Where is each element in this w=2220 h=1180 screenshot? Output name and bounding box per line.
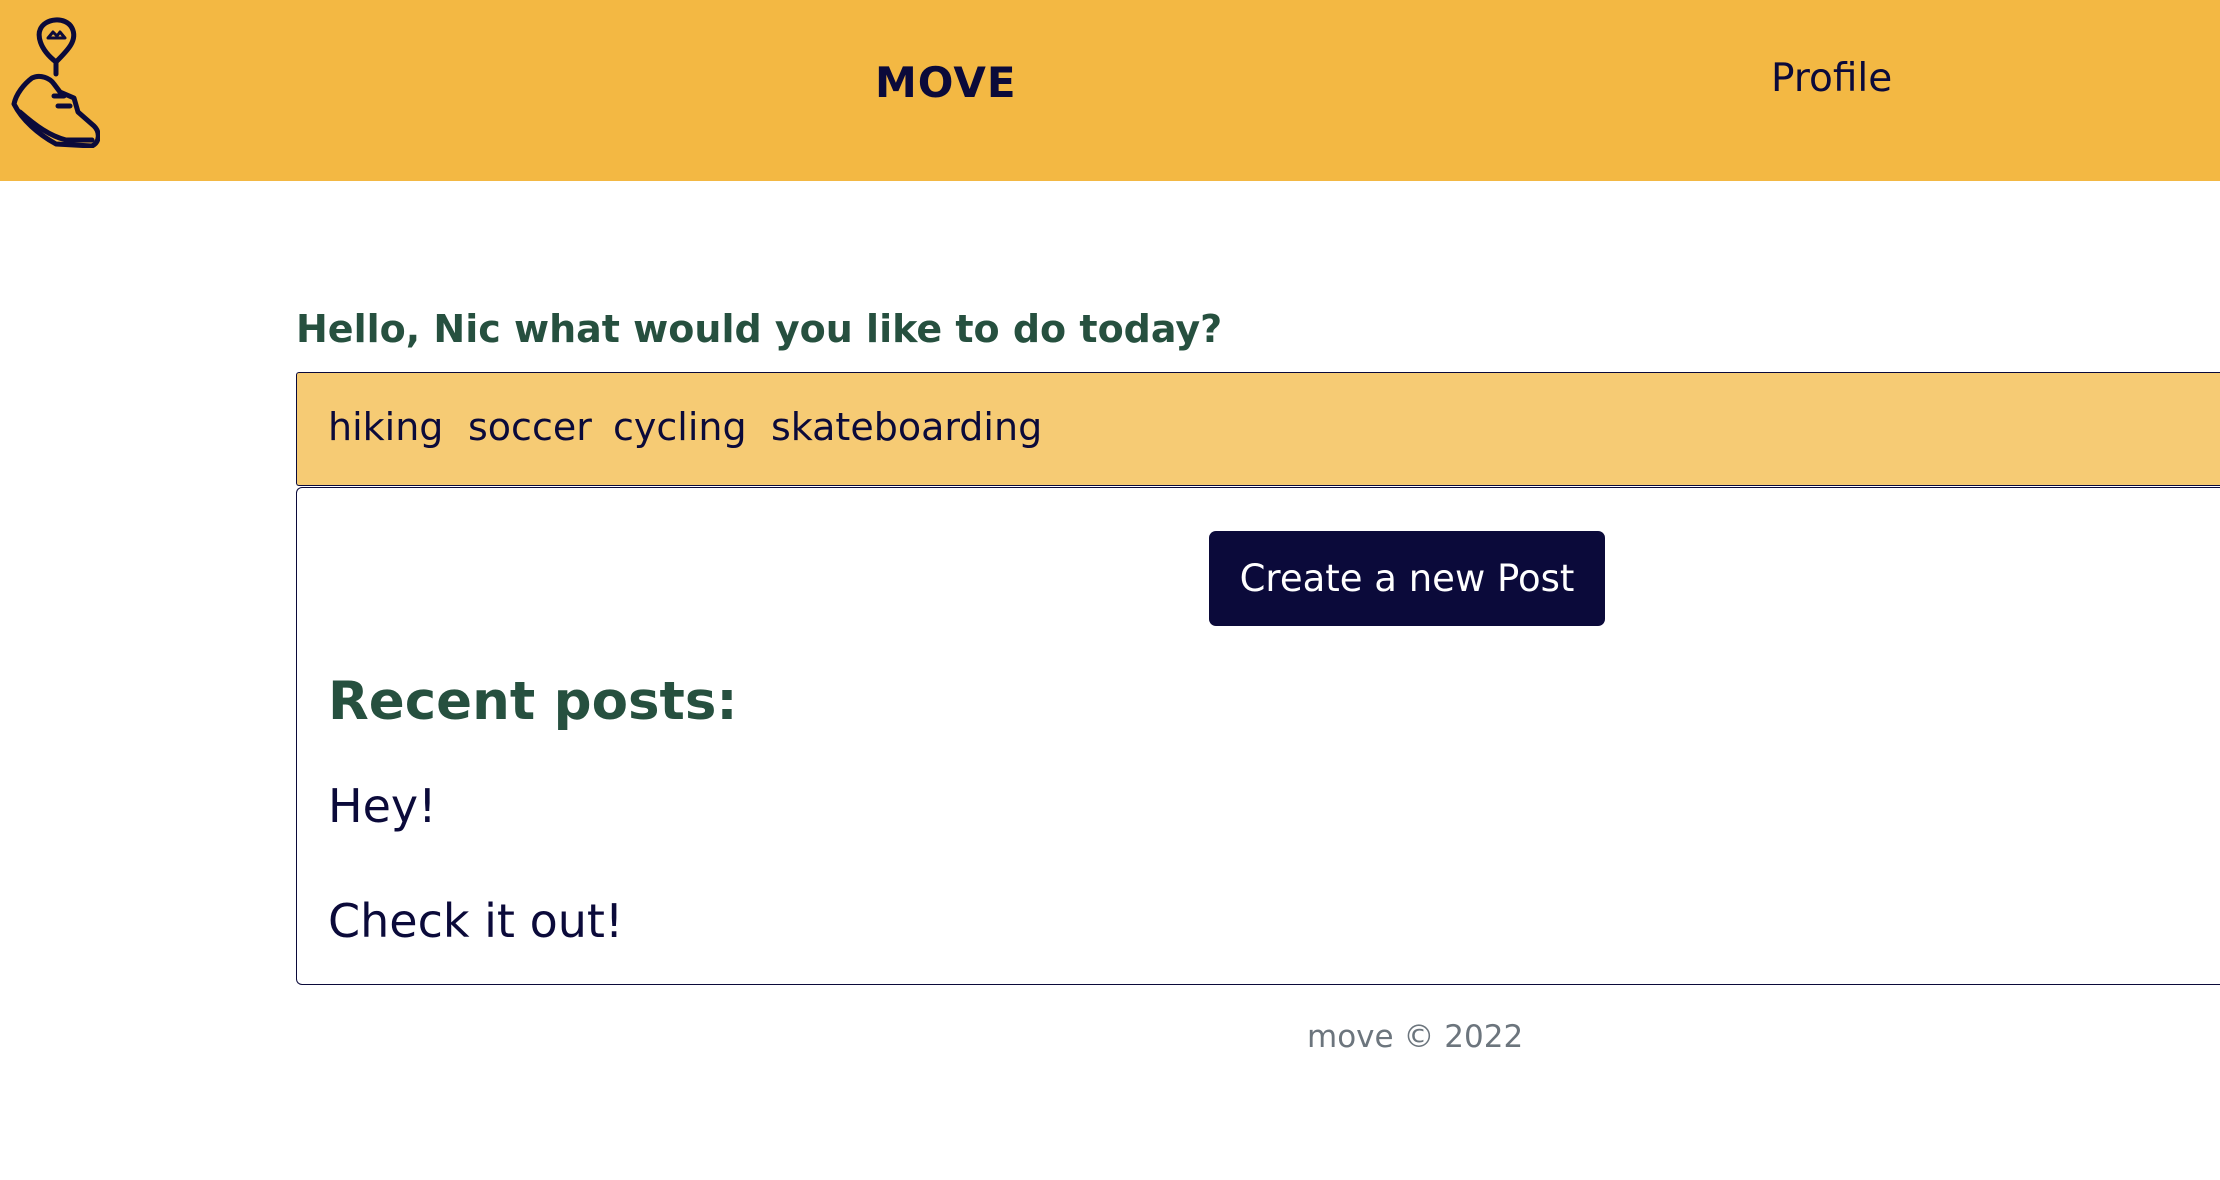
activity-tag-soccer[interactable]: soccer — [468, 405, 592, 449]
posts-card: Create a new Post Recent posts: Hey! Che… — [296, 487, 2220, 985]
nav-link-profile[interactable]: Profile — [1771, 56, 1892, 101]
activity-tag-hiking[interactable]: hiking — [328, 405, 443, 449]
recent-posts-heading: Recent posts: — [328, 671, 738, 732]
post-item[interactable]: Check it out! — [328, 894, 623, 948]
logo-icon[interactable] — [8, 12, 101, 149]
activity-tags-bar: hiking soccer cycling skateboarding — [296, 372, 2220, 486]
greeting-heading: Hello, Nic what would you like to do tod… — [296, 307, 1223, 351]
post-item[interactable]: Hey! — [328, 779, 437, 833]
brand-title[interactable]: MOVE — [875, 58, 1017, 107]
navbar: MOVE Profile — [0, 0, 2220, 181]
create-post-button[interactable]: Create a new Post — [1209, 531, 1605, 626]
activity-tag-skateboarding[interactable]: skateboarding — [771, 405, 1042, 449]
footer-copyright: move © 2022 — [1307, 1019, 1524, 1055]
activity-tag-cycling[interactable]: cycling — [613, 405, 747, 449]
